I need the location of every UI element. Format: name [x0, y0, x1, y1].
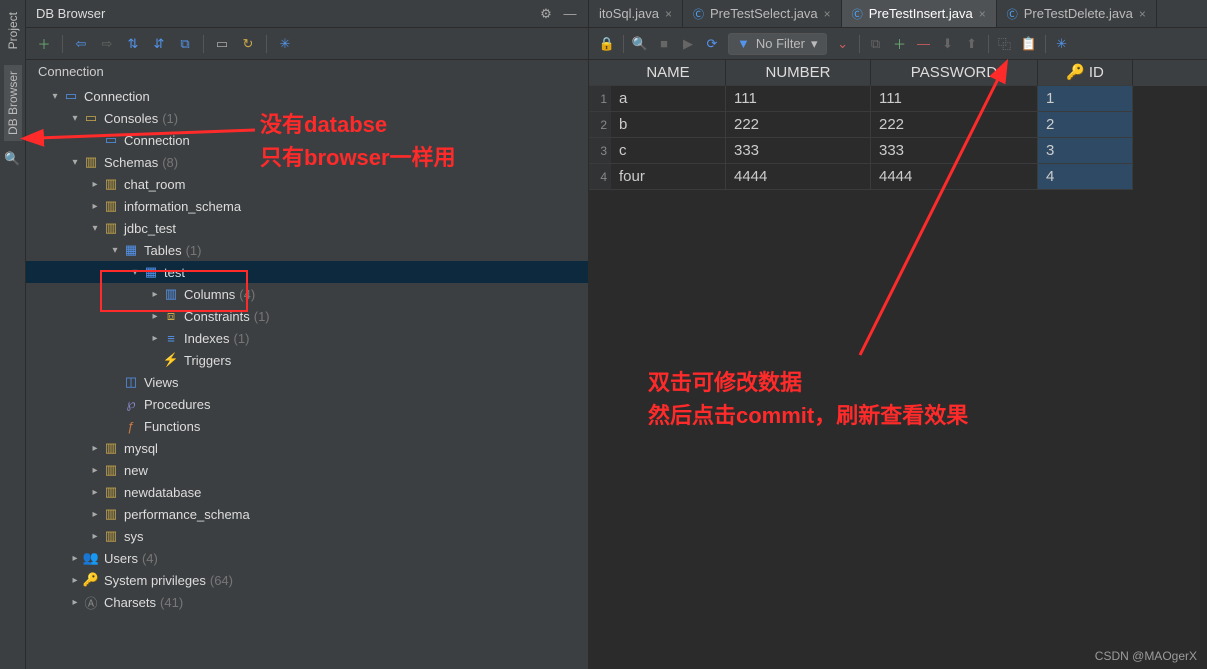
- editor-tabs: itoSql.java× ⒸPreTestSelect.java× ⒸPreTe…: [589, 0, 1207, 28]
- col-number[interactable]: NUMBER: [726, 60, 871, 86]
- tree-triggers[interactable]: ⚡Triggers: [26, 349, 588, 371]
- tree-charsets[interactable]: ▸ⒶCharsets(41): [26, 591, 588, 613]
- tree-schema-jdbc-test[interactable]: ▾▥jdbc_test: [26, 217, 588, 239]
- refresh-db-icon[interactable]: ↻: [240, 36, 256, 52]
- search-icon[interactable]: 🔍: [632, 36, 648, 52]
- close-icon[interactable]: ×: [824, 7, 831, 21]
- tab-pretestinsert[interactable]: ⒸPreTestInsert.java×: [842, 0, 997, 27]
- side-tab-strip: Project DB Browser 🔍: [0, 0, 26, 669]
- remove-row-icon[interactable]: —: [916, 36, 932, 52]
- tree-functions[interactable]: ƒFunctions: [26, 415, 588, 437]
- rollback-icon[interactable]: ⇨: [99, 36, 115, 52]
- tree-procedures[interactable]: ℘Procedures: [26, 393, 588, 415]
- key-icon: 🔑: [1066, 64, 1085, 81]
- tree-connection-leaf[interactable]: ▭Connection: [26, 129, 588, 151]
- add-icon[interactable]: ＋: [36, 36, 52, 52]
- minimize-icon[interactable]: —: [562, 6, 578, 22]
- close-icon[interactable]: ×: [665, 7, 672, 21]
- editor-panel: itoSql.java× ⒸPreTestSelect.java× ⒸPreTe…: [589, 0, 1207, 669]
- tree-schema-mysql[interactable]: ▸▥mysql: [26, 437, 588, 459]
- gear-icon[interactable]: ⚙: [538, 6, 554, 22]
- table-row[interactable]: four444444444: [611, 164, 1207, 190]
- grid-header: NAME NUMBER PASSWORD 🔑ID: [611, 60, 1207, 86]
- col-name[interactable]: NAME: [611, 60, 726, 86]
- tree-schema-new[interactable]: ▸▥new: [26, 459, 588, 481]
- console-icon[interactable]: ▭: [214, 36, 230, 52]
- tree-schema-chat-room[interactable]: ▸▥chat_room: [26, 173, 588, 195]
- copy-icon[interactable]: ⿻: [997, 36, 1013, 52]
- tree-indexes[interactable]: ▸≡Indexes(1): [26, 327, 588, 349]
- tree-system-privileges[interactable]: ▸🔑System privileges(64): [26, 569, 588, 591]
- tab-pretestselect[interactable]: ⒸPreTestSelect.java×: [683, 0, 842, 27]
- panel-header: DB Browser ⚙ —: [26, 0, 588, 28]
- db-browser-panel: DB Browser ⚙ — ＋ ⇦ ⇨ ⇅ ⇵ ⧉ ▭ ↻ ✳ Connect…: [26, 0, 589, 669]
- tab-itosql[interactable]: itoSql.java×: [589, 0, 683, 27]
- grid-settings-icon[interactable]: ✳: [1054, 36, 1070, 52]
- add-row-icon[interactable]: ＋: [892, 36, 908, 52]
- stop-icon: ■: [656, 36, 672, 52]
- separator: [266, 35, 267, 53]
- tree-schema-newdatabase[interactable]: ▸▥newdatabase: [26, 481, 588, 503]
- tree-tables[interactable]: ▾▦Tables(1): [26, 239, 588, 261]
- lock-icon[interactable]: 🔒: [599, 36, 615, 52]
- separator: [203, 35, 204, 53]
- data-grid: 1234 NAME NUMBER PASSWORD 🔑ID a1111111 b…: [589, 60, 1207, 190]
- db-tree: ▾▭Connection ▾▭Consoles(1) ▭Connection ▾…: [26, 83, 588, 669]
- tree-schema-performance-schema[interactable]: ▸▥performance_schema: [26, 503, 588, 525]
- collapse-icon[interactable]: ⇵: [151, 36, 167, 52]
- tab-pretestdelete[interactable]: ⒸPreTestDelete.java×: [997, 0, 1157, 27]
- tree-connection-root[interactable]: ▾▭Connection: [26, 85, 588, 107]
- refresh-icon[interactable]: ⟳: [704, 36, 720, 52]
- separator: [623, 35, 624, 53]
- tree-consoles[interactable]: ▾▭Consoles(1): [26, 107, 588, 129]
- run-icon[interactable]: ▶: [680, 36, 696, 52]
- separator: [859, 35, 860, 53]
- settings-icon[interactable]: ✳: [277, 36, 293, 52]
- java-class-icon: Ⓒ: [852, 6, 863, 22]
- tree-schema-sys[interactable]: ▸▥sys: [26, 525, 588, 547]
- clear-filter-icon[interactable]: ⌄: [835, 36, 851, 52]
- side-tab-db-browser[interactable]: DB Browser: [4, 65, 22, 141]
- separator: [988, 35, 989, 53]
- java-class-icon: Ⓒ: [693, 6, 704, 22]
- filter-icon: ▼: [737, 36, 750, 51]
- separator: [1045, 35, 1046, 53]
- rollback-grid-icon[interactable]: ⬆: [964, 36, 980, 52]
- duplicate-icon[interactable]: ⧉: [868, 36, 884, 52]
- tree-schemas[interactable]: ▾▥Schemas(8): [26, 151, 588, 173]
- table-row[interactable]: b2222222: [611, 112, 1207, 138]
- table-row[interactable]: a1111111: [611, 86, 1207, 112]
- commit-grid-icon[interactable]: ⬇: [940, 36, 956, 52]
- panel-title: DB Browser: [36, 6, 105, 21]
- db-toolbar: ＋ ⇦ ⇨ ⇅ ⇵ ⧉ ▭ ↻ ✳: [26, 28, 588, 60]
- expand-icon[interactable]: ⇅: [125, 36, 141, 52]
- tree-users[interactable]: ▸👥Users(4): [26, 547, 588, 569]
- chevron-down-icon: ▾: [811, 36, 818, 52]
- col-id[interactable]: 🔑ID: [1038, 60, 1133, 86]
- java-class-icon: Ⓒ: [1007, 6, 1018, 22]
- watermark: CSDN @MAOgerX: [1095, 649, 1197, 663]
- tree-table-test[interactable]: ▾▦test: [26, 261, 588, 283]
- section-label: Connection: [26, 60, 588, 83]
- paste-icon[interactable]: 📋: [1021, 36, 1037, 52]
- separator: [62, 35, 63, 53]
- tree-columns[interactable]: ▸▥Columns(4): [26, 283, 588, 305]
- close-icon[interactable]: ×: [979, 7, 986, 21]
- filter-dropdown[interactable]: ▼No Filter▾: [728, 33, 827, 55]
- tree-schema-information-schema[interactable]: ▸▥information_schema: [26, 195, 588, 217]
- col-password[interactable]: PASSWORD: [871, 60, 1038, 86]
- filter-toggle-icon[interactable]: ⧉: [177, 36, 193, 52]
- search-everywhere-icon[interactable]: 🔍: [5, 151, 21, 167]
- grid-toolbar: 🔒 🔍 ■ ▶ ⟳ ▼No Filter▾ ⌄ ⧉ ＋ — ⬇ ⬆ ⿻ 📋 ✳: [589, 28, 1207, 60]
- row-gutter: 1234: [589, 60, 611, 190]
- close-icon[interactable]: ×: [1139, 7, 1146, 21]
- tree-views[interactable]: ◫Views: [26, 371, 588, 393]
- side-tab-project[interactable]: Project: [4, 6, 22, 55]
- table-row[interactable]: c3333333: [611, 138, 1207, 164]
- tree-constraints[interactable]: ▸⧈Constraints(1): [26, 305, 588, 327]
- commit-icon[interactable]: ⇦: [73, 36, 89, 52]
